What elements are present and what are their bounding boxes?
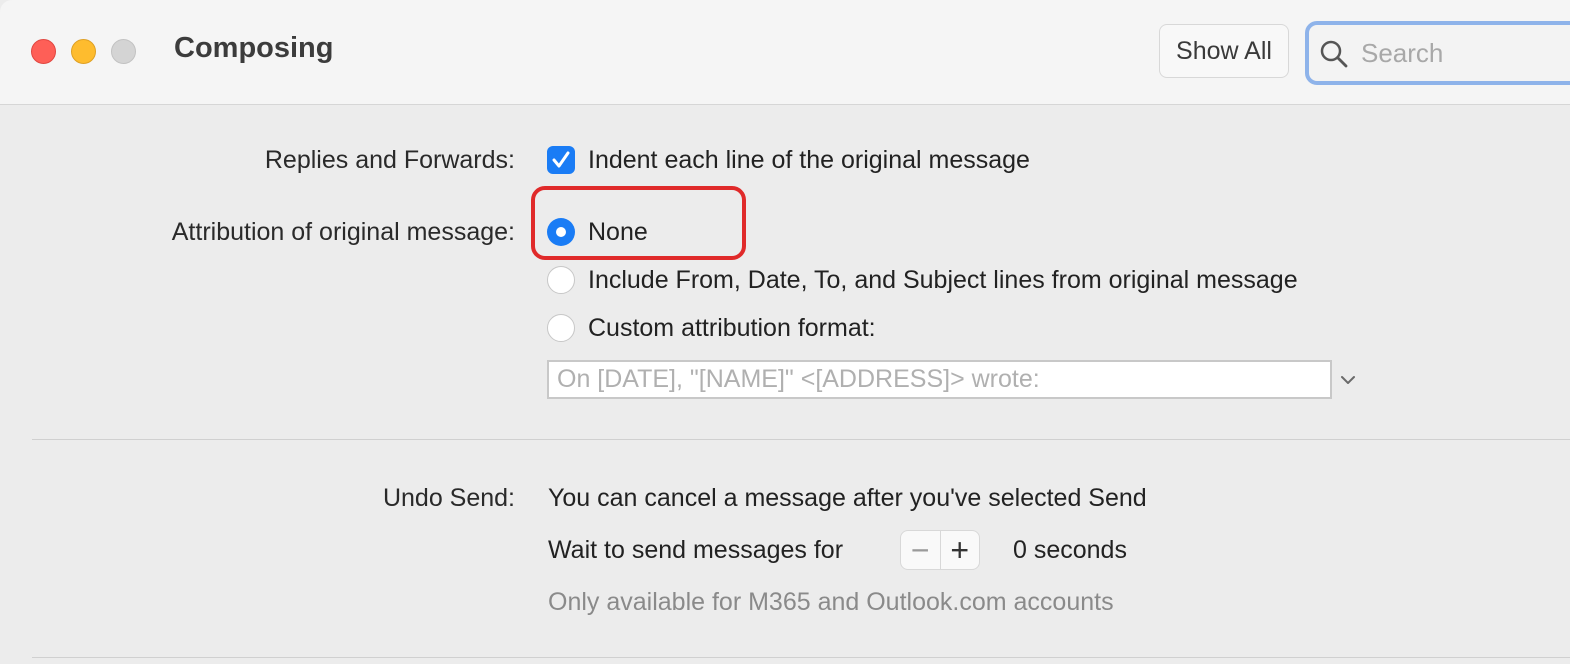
undo-send-label: Undo Send: [382,484,515,512]
window-title: Composing [174,32,334,64]
search-input[interactable] [1359,31,1570,75]
checkmark-icon [552,151,570,168]
title-bar: Composing Show All [0,0,1570,105]
attribution-custom-label[interactable]: Custom attribution format: [588,314,876,343]
indent-lines-checkbox[interactable] [547,146,575,174]
minimize-window-button[interactable] [71,39,96,64]
show-all-button[interactable]: Show All [1159,24,1289,78]
attribution-include-headers-label[interactable]: Include From, Date, To, and Subject line… [588,266,1298,295]
chevron-down-icon[interactable] [1338,370,1358,390]
search-icon [1320,40,1348,68]
zoom-window-button[interactable] [111,39,136,64]
close-window-button[interactable] [31,39,56,64]
wait-seconds-stepper[interactable]: − + [900,530,980,570]
section-divider [32,657,1570,658]
wait-to-send-label: Wait to send messages for [548,536,844,564]
highlight-annotation [531,186,746,260]
search-field[interactable] [1305,21,1570,85]
attribution-custom-radio[interactable] [547,314,575,342]
wait-seconds-value: 0 seconds [1013,536,1127,564]
section-divider [32,439,1570,440]
undo-send-availability-note: Only available for M365 and Outlook.com … [548,588,1114,616]
attribution-include-headers-radio[interactable] [547,266,575,294]
replies-forwards-label: Replies and Forwards: [264,146,515,174]
custom-attribution-format-field[interactable] [547,360,1332,399]
indent-lines-label[interactable]: Indent each line of the original message [588,146,1030,175]
undo-send-description: You can cancel a message after you've se… [548,484,1147,512]
attribution-label: Attribution of original message: [171,218,515,246]
decrement-button[interactable]: − [901,531,941,569]
increment-button[interactable]: + [941,531,980,569]
